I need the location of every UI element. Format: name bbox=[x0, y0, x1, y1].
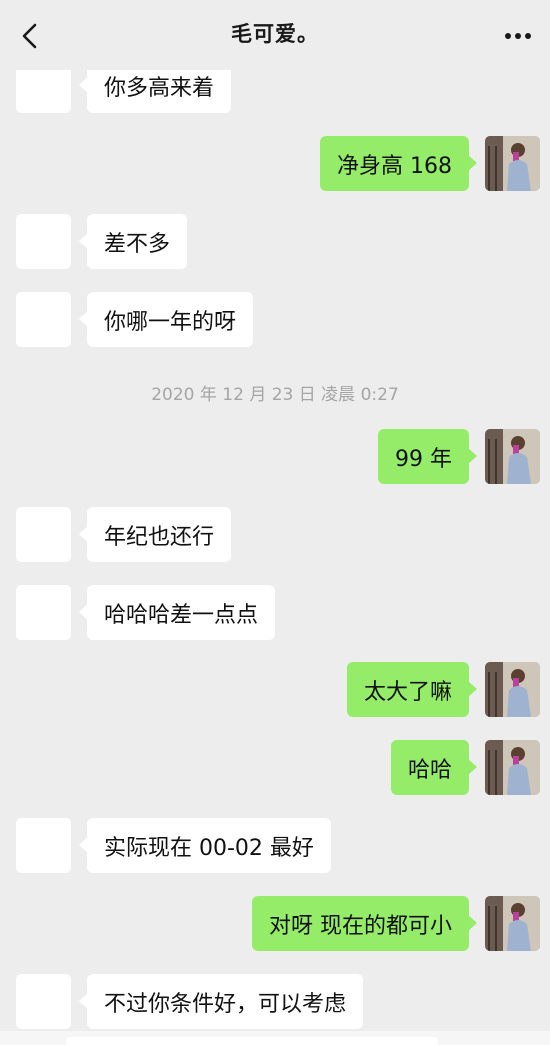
message-row: 99 年 bbox=[0, 429, 550, 485]
user-avatar[interactable] bbox=[485, 740, 540, 795]
message-row: 不过你条件好，可以考虑 bbox=[0, 974, 550, 1030]
user-avatar-photo-icon bbox=[485, 662, 540, 717]
message-row: 年纪也还行 bbox=[0, 507, 550, 563]
message-row: 哈哈哈差一点点 bbox=[0, 585, 550, 641]
user-avatar[interactable] bbox=[485, 136, 540, 191]
user-avatar-photo-icon bbox=[485, 136, 540, 191]
message-row: 哈哈 bbox=[0, 740, 550, 796]
outgoing-message[interactable]: 太大了嘛 bbox=[346, 662, 478, 717]
contact-avatar[interactable] bbox=[16, 507, 71, 562]
chevron-left-icon bbox=[22, 23, 37, 49]
contact-avatar[interactable] bbox=[16, 974, 71, 1029]
contact-avatar[interactable] bbox=[16, 818, 71, 873]
outgoing-message[interactable]: 对呀 现在的都可小 bbox=[252, 896, 477, 951]
user-avatar-photo-icon bbox=[485, 896, 540, 951]
input-bar bbox=[0, 1031, 550, 1045]
message-row: 太大了嘛 bbox=[0, 662, 550, 718]
message-row: 净身高 168 bbox=[0, 136, 550, 192]
incoming-message[interactable]: 不过你条件好，可以考虑 bbox=[78, 974, 364, 1029]
chat-area: 你多高来着 净身高 168 差不多 你哪一年的呀 2020 年 12 月 23 … bbox=[0, 0, 550, 1045]
contact-avatar[interactable] bbox=[16, 214, 71, 269]
incoming-message[interactable]: 你哪一年的呀 bbox=[78, 292, 254, 347]
contact-avatar[interactable] bbox=[16, 292, 71, 347]
contact-avatar[interactable] bbox=[16, 585, 71, 640]
more-horizontal-icon bbox=[505, 33, 531, 39]
incoming-message[interactable]: 差不多 bbox=[78, 214, 188, 269]
incoming-message[interactable]: 实际现在 00-02 最好 bbox=[79, 818, 331, 873]
message-row: 你哪一年的呀 bbox=[0, 292, 550, 348]
outgoing-message[interactable]: 哈哈 bbox=[390, 740, 478, 795]
incoming-message[interactable]: 哈哈哈差一点点 bbox=[78, 585, 276, 640]
message-row: 差不多 bbox=[0, 214, 550, 270]
message-input[interactable] bbox=[66, 1037, 438, 1045]
user-avatar[interactable] bbox=[485, 896, 540, 951]
message-row: 实际现在 00-02 最好 bbox=[0, 818, 550, 874]
chat-timestamp: 2020 年 12 月 23 日 凌晨 0:27 bbox=[151, 385, 399, 405]
chat-title: 毛可爱。 bbox=[231, 22, 319, 46]
outgoing-message[interactable]: 99 年 bbox=[378, 429, 477, 484]
chat-header: 毛可爱。 bbox=[0, 0, 550, 70]
user-avatar[interactable] bbox=[485, 429, 540, 484]
outgoing-message[interactable]: 净身高 168 bbox=[320, 136, 477, 191]
back-button[interactable] bbox=[14, 20, 46, 52]
more-options-button[interactable] bbox=[500, 20, 536, 52]
user-avatar-photo-icon bbox=[485, 429, 540, 484]
user-avatar[interactable] bbox=[485, 662, 540, 717]
incoming-message[interactable]: 年纪也还行 bbox=[78, 507, 232, 562]
user-avatar-photo-icon bbox=[485, 740, 540, 795]
message-row: 对呀 现在的都可小 bbox=[0, 896, 550, 952]
